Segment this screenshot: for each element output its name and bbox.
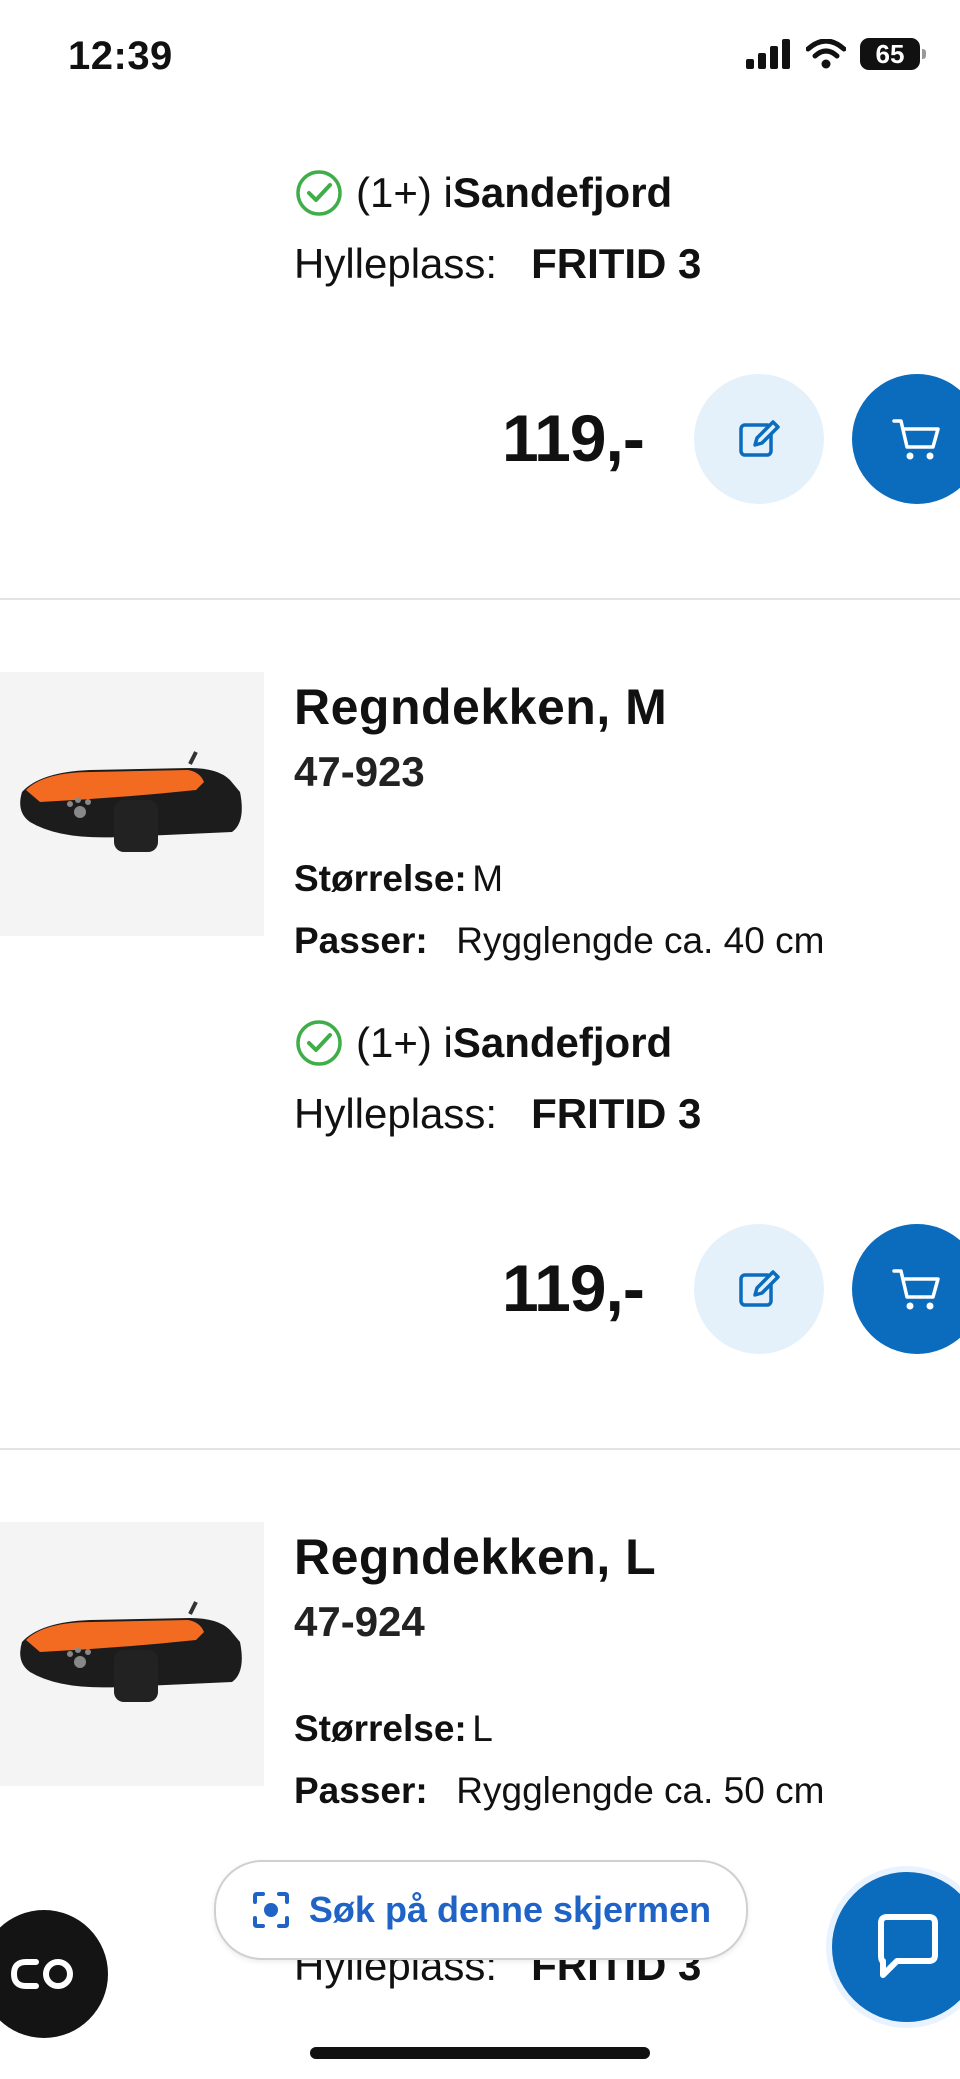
divider — [0, 598, 960, 600]
product-title[interactable]: Regndekken, L — [294, 1528, 656, 1586]
size-label: Størrelse: — [294, 858, 467, 899]
lens-button[interactable] — [0, 1910, 108, 2038]
lens-icon — [10, 1959, 73, 1989]
size-label: Størrelse: — [294, 1708, 467, 1749]
stock-quantity: (1+) i — [356, 169, 453, 216]
cart-icon — [892, 1269, 940, 1310]
edit-icon — [739, 420, 780, 457]
fits-value: Rygglengde ca. 40 cm — [456, 920, 825, 961]
status-icons: 65 — [746, 38, 926, 70]
price: 119,- — [502, 1251, 645, 1325]
fits-attribute: Passer: Rygglengde ca. 50 cm — [294, 1770, 824, 1812]
battery-indicator: 65 — [860, 38, 926, 70]
status-time: 12:39 — [68, 34, 173, 78]
fits-value: Rygglengde ca. 50 cm — [456, 1770, 825, 1811]
stock-status: (1+) i Sandefjord — [294, 168, 672, 218]
dog-raincoat-image — [20, 751, 242, 852]
product-image[interactable] — [0, 672, 264, 936]
add-to-cart-button[interactable] — [852, 374, 960, 504]
product-sku: 47-923 — [294, 748, 425, 795]
size-value: M — [472, 858, 504, 899]
search-screen-label: Søk på denne skjermen — [308, 1889, 712, 1930]
product-title[interactable]: Regndekken, M — [294, 678, 667, 736]
product-sku: 47-924 — [294, 1598, 425, 1645]
cellular-signal-icon — [746, 39, 790, 69]
chat-bubble-icon — [878, 1914, 938, 1978]
shelf-label: Hylleplass: — [294, 1090, 498, 1137]
shelf-value: FRITID 3 — [531, 240, 702, 287]
edit-note-button[interactable] — [694, 1224, 824, 1354]
edit-note-button[interactable] — [694, 374, 824, 504]
edit-icon — [739, 1270, 780, 1307]
chat-button[interactable] — [826, 1866, 960, 2028]
shelf-location: Hylleplass: FRITID 3 — [294, 1090, 701, 1138]
product-image[interactable] — [0, 1522, 264, 1786]
fits-label: Passer: — [294, 920, 428, 961]
shelf-label: Hylleplass: — [294, 240, 498, 287]
stock-status: (1+) i Sandefjord — [294, 1018, 672, 1068]
wifi-icon — [806, 39, 846, 69]
fits-attribute: Passer: Rygglengde ca. 40 cm — [294, 920, 824, 962]
dog-raincoat-image — [20, 1601, 242, 1702]
size-attribute: Størrelse: L — [294, 1708, 493, 1750]
stock-quantity: (1+) i — [356, 1019, 453, 1066]
shelf-value: FRITID 3 — [531, 1090, 702, 1137]
size-attribute: Størrelse: M — [294, 858, 503, 900]
add-to-cart-button[interactable] — [852, 1224, 960, 1354]
cart-icon — [892, 419, 940, 460]
price: 119,- — [502, 401, 645, 475]
search-screen-button[interactable]: Søk på denne skjermen — [214, 1860, 748, 1960]
status-bar: 12:39 65 — [0, 0, 960, 110]
check-circle-icon — [296, 1020, 342, 1066]
lens-search-icon — [252, 1892, 289, 1928]
stock-location: Sandefjord — [452, 1019, 673, 1066]
stock-location: Sandefjord — [452, 169, 673, 216]
divider — [0, 1448, 960, 1450]
home-indicator[interactable] — [310, 2047, 650, 2059]
size-value: L — [472, 1708, 493, 1749]
check-circle-icon — [296, 170, 342, 216]
shelf-location: Hylleplass: FRITID 3 — [294, 240, 701, 288]
fits-label: Passer: — [294, 1770, 428, 1811]
